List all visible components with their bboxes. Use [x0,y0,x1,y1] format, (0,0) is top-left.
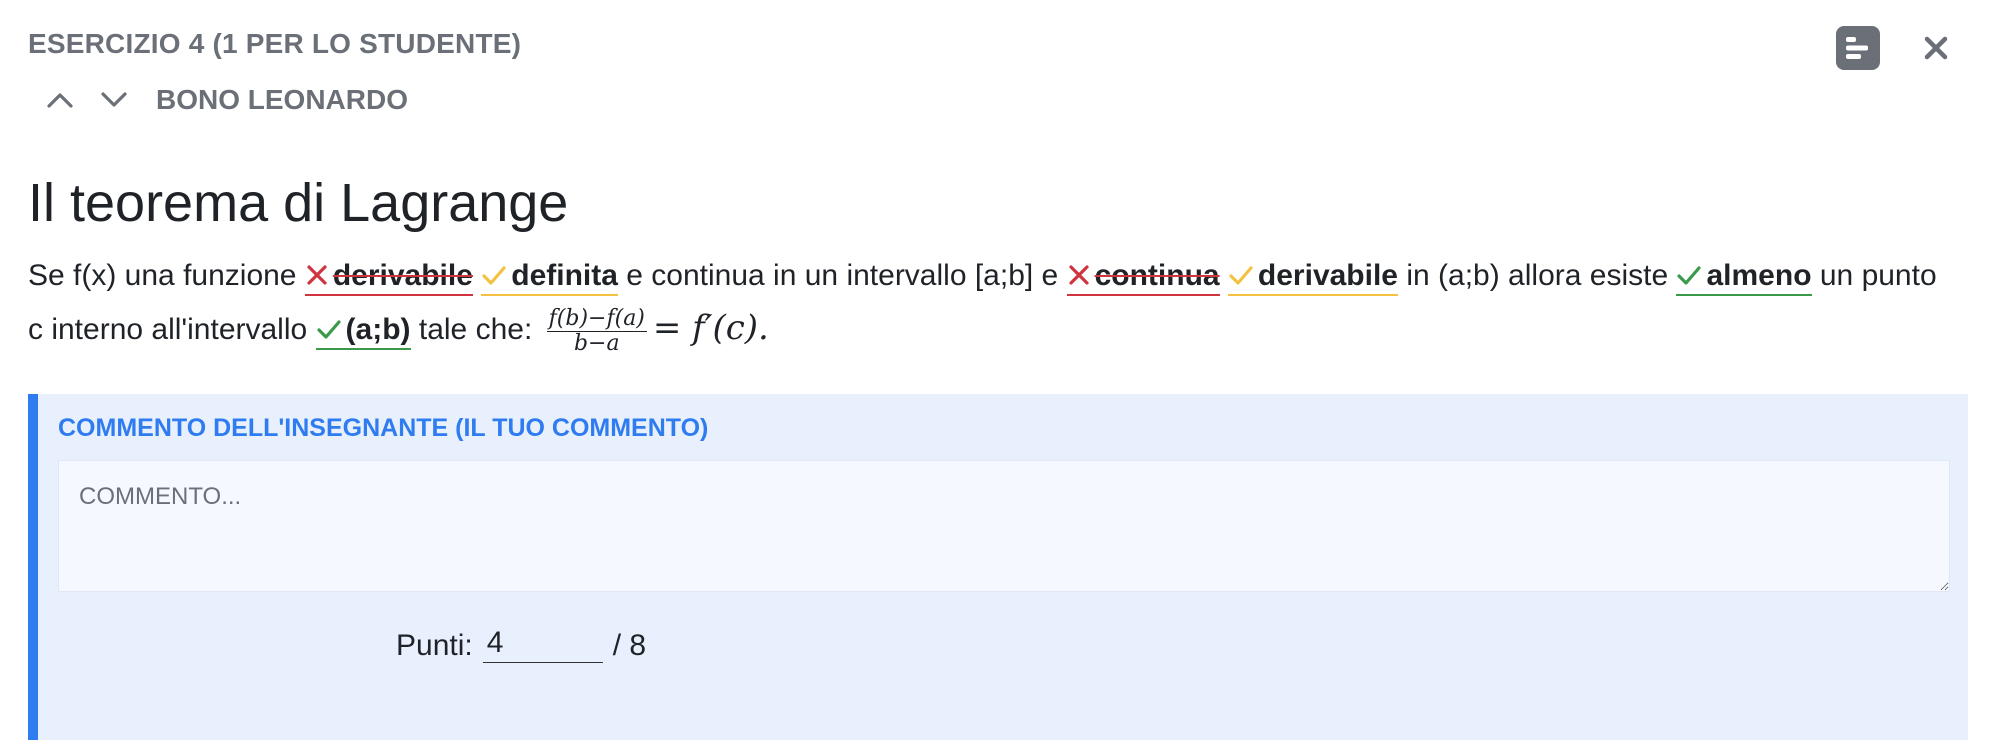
fraction: f(b)−f(a) b−a [546,305,647,356]
previous-student-button[interactable] [40,80,80,120]
fraction-numerator: f(b)−f(a) [546,305,647,332]
given-answer: derivabile [332,259,473,292]
points-max: / 8 [612,629,647,662]
check-icon [1229,266,1253,285]
fraction-denominator: b−a [573,330,620,356]
given-answer: continua [1094,259,1220,292]
exercise-header: ESERCIZIO 4 (1 PER LO STUDENTE) [28,28,522,59]
correct-answer-text: almeno [1706,259,1812,292]
close-button[interactable] [1914,26,1958,70]
student-nav: BONO LEONARDO [40,80,408,120]
wrong-answer: continua [1066,259,1220,296]
teacher-comment-panel: COMMENTO DELL'INSEGNANTE (IL TUO COMMENT… [28,394,1968,740]
check-icon [1677,266,1702,285]
text-segment: e continua in un intervallo [a;b] e [626,259,1059,292]
grading-panel: ESERCIZIO 4 (1 PER LO STUDENTE) BONO LEO… [0,0,1994,740]
exercise-text: Se f(x) una funzione derivabile definita… [28,250,1958,356]
formula-rhs: = f′(c). [652,308,769,348]
text-segment: Se f(x) una funzione [28,259,297,292]
correct-answer-text: definita [511,259,618,292]
expected-answer: definita [481,259,618,296]
check-icon [482,266,506,285]
student-name: BONO LEONARDO [156,84,408,115]
correct-answer-text: (a;b) [345,313,411,346]
text-segment: tale che: [418,313,533,346]
close-icon [1924,36,1948,60]
points-label: Punti: [396,629,473,662]
lagrange-formula: f(b)−f(a) b−a = f′(c). [541,306,769,355]
cross-icon [307,265,327,285]
chevron-up-icon [47,93,73,108]
next-student-button[interactable] [94,80,134,120]
points-input[interactable] [482,626,603,663]
summary-icon [1846,37,1868,59]
points-row: Punti: / 8 [396,626,646,663]
correct-answer: almeno [1676,259,1812,296]
expected-answer: derivabile [1227,259,1398,296]
wrong-answer: derivabile [304,259,473,296]
comment-textarea[interactable] [58,460,1950,592]
correct-answer-text: derivabile [1257,259,1398,292]
window-actions [1836,26,1958,70]
chevron-down-icon [101,92,127,107]
text-segment: in (a;b) allora esiste [1406,259,1669,292]
cross-icon [1068,265,1089,285]
comment-label: COMMENTO DELL'INSEGNANTE (IL TUO COMMENT… [58,414,709,442]
summary-button[interactable] [1836,26,1880,70]
exercise-title: Il teorema di Lagrange [28,173,569,233]
check-icon [316,320,341,339]
correct-answer: (a;b) [315,313,411,350]
